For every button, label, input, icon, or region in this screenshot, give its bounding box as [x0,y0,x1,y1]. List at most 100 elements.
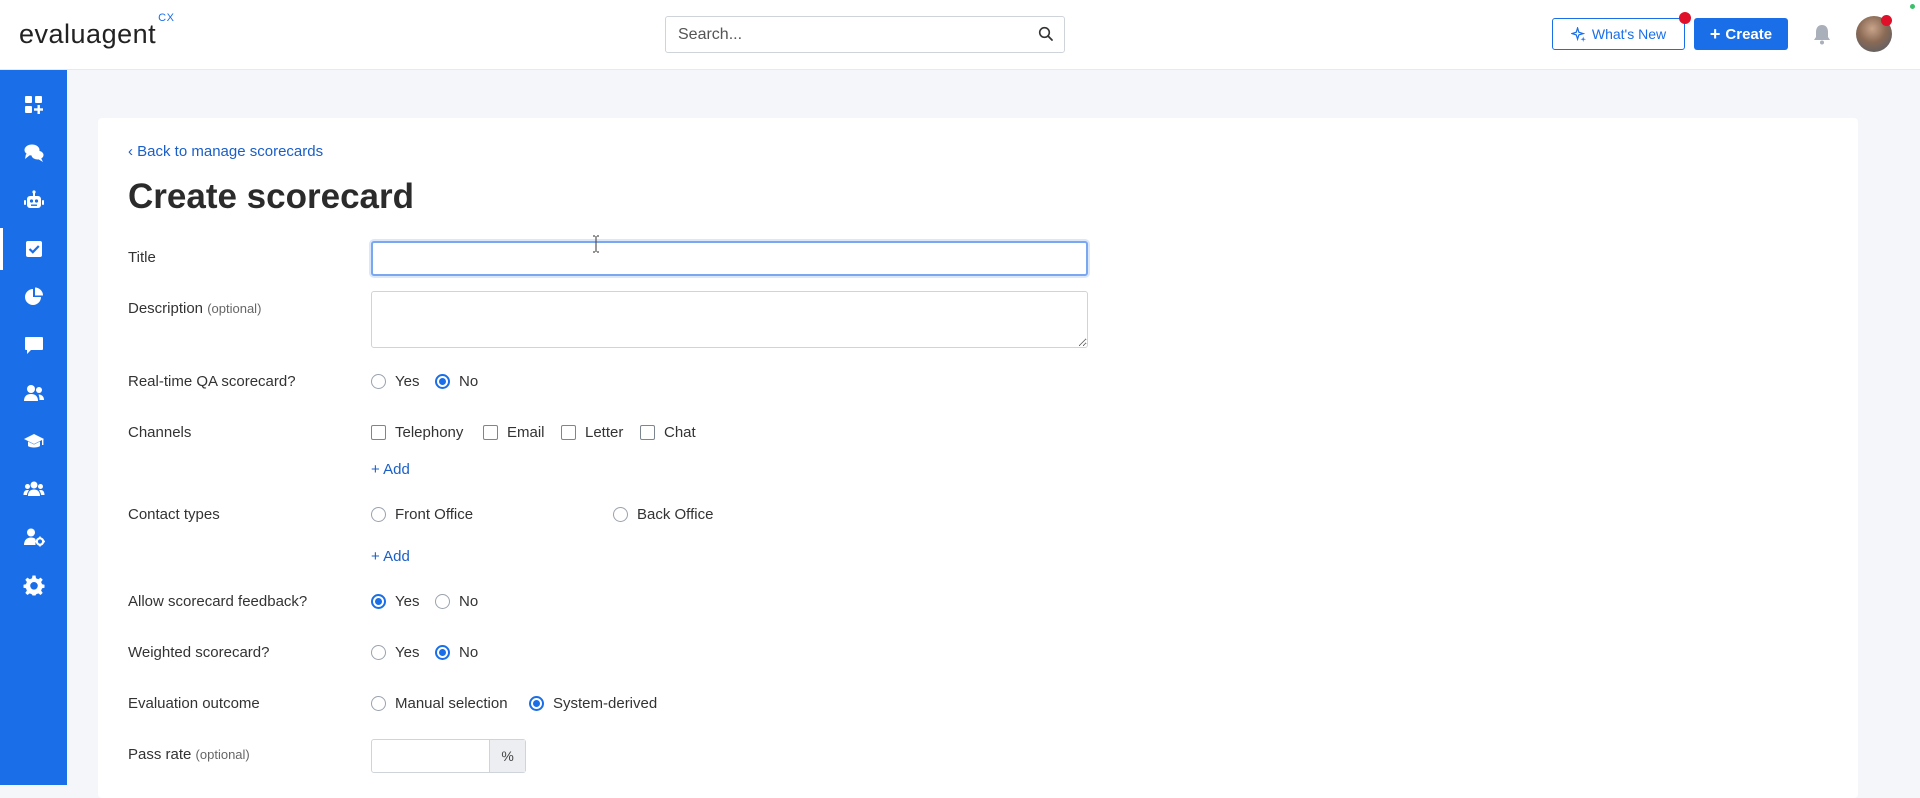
contact-back-office-label: Back Office [637,506,714,523]
description-optional: (optional) [207,301,262,316]
pass-rate-label-text: Pass rate [128,746,192,763]
outcome-system-option[interactable]: System-derived [529,695,657,712]
feedback-label: Allow scorecard feedback? [128,593,308,610]
weighted-no-label: No [459,644,479,661]
plus-icon: + [1709,24,1721,44]
sidebar-item-users[interactable] [0,372,67,414]
avatar-notification-dot [1881,15,1892,26]
weighted-yes-label: Yes [395,644,420,661]
channel-chat-checkbox[interactable] [640,425,655,440]
dashboard-add-icon [24,96,43,114]
bell-icon[interactable] [1812,23,1832,45]
sparkle-icon [1570,26,1586,42]
channel-chat-label: Chat [664,424,696,441]
weighted-no-radio[interactable] [435,645,450,660]
whats-new-button[interactable]: What's New [1552,18,1685,50]
search-input[interactable] [666,17,1006,52]
description-label: Description (optional) [128,300,261,317]
outcome-manual-option[interactable]: Manual selection [371,695,508,712]
logo[interactable]: evaluagentCX [19,12,174,50]
contact-front-office-option[interactable]: Front Office [371,506,473,523]
contact-back-office-option[interactable]: Back Office [613,506,713,523]
contact-front-office-label: Front Office [395,506,474,523]
back-link-label: Back to manage scorecards [137,143,324,160]
pass-rate-label: Pass rate (optional) [128,746,250,763]
description-textarea[interactable] [371,291,1088,348]
status-dot [1910,4,1915,9]
pass-rate-unit: % [489,740,525,772]
realtime-no-radio[interactable] [435,374,450,389]
realtime-yes-radio[interactable] [371,374,386,389]
weighted-yes-option[interactable]: Yes [371,644,419,661]
feedback-yes-label: Yes [395,593,420,610]
outcome-system-label: System-derived [553,695,658,712]
search-box [665,16,1065,53]
outcome-system-radio[interactable] [529,696,544,711]
channel-telephony-label: Telephony [395,424,464,441]
pie-chart-icon [24,287,43,305]
channel-telephony-checkbox[interactable] [371,425,386,440]
message-icon [24,337,43,354]
pass-rate-field: % [371,739,526,773]
user-cog-icon [23,528,45,547]
create-button[interactable]: + Create [1694,18,1788,50]
weighted-label: Weighted scorecard? [128,644,270,661]
weighted-no-option[interactable]: No [435,644,478,661]
feedback-yes-radio[interactable] [371,594,386,609]
sidebar-item-teams[interactable] [0,468,67,510]
channel-email-label: Email [507,424,545,441]
back-link[interactable]: ‹ Back to manage scorecards [128,143,323,160]
whats-new-notification-dot [1679,12,1691,24]
users-icon [23,385,44,401]
title-input[interactable] [371,241,1088,276]
add-channel-link[interactable]: + Add [371,461,410,478]
create-label: Create [1725,25,1773,43]
realtime-label: Real-time QA scorecard? [128,373,296,390]
team-icon [23,481,44,496]
contact-types-label: Contact types [128,506,220,523]
sidebar-item-automation[interactable] [0,180,67,222]
sidebar-item-dashboard[interactable] [0,84,67,126]
sidebar-item-user-settings[interactable] [0,516,67,558]
feedback-no-radio[interactable] [435,594,450,609]
text-cursor-icon [593,235,599,253]
feedback-no-option[interactable]: No [435,593,478,610]
channel-letter-checkbox[interactable] [561,425,576,440]
search-icon[interactable] [1038,26,1054,42]
channels-label: Channels [128,424,192,441]
gear-icon [23,575,44,596]
top-bar: evaluagentCX What's New + Create [0,0,1920,70]
weighted-yes-radio[interactable] [371,645,386,660]
sidebar-item-conversations[interactable] [0,132,67,174]
main-panel [98,118,1858,798]
sidebar-item-settings[interactable] [0,564,67,606]
robot-icon [23,190,44,208]
pass-rate-optional: (optional) [195,747,250,762]
whats-new-label: What's New [1591,26,1667,42]
channel-email-option[interactable]: Email [483,424,545,441]
realtime-yes-option[interactable]: Yes [371,373,419,390]
channel-chat-option[interactable]: Chat [640,424,696,441]
outcome-manual-radio[interactable] [371,696,386,711]
page-title: Create scorecard [128,177,414,216]
contact-back-office-radio[interactable] [613,507,628,522]
chevron-left-icon: ‹ [128,143,133,160]
sidebar-item-scorecards[interactable] [0,228,67,270]
sidebar-item-insights[interactable] [0,276,67,318]
graduation-cap-icon [23,434,44,448]
outcome-manual-label: Manual selection [395,695,508,712]
realtime-yes-label: Yes [395,373,420,390]
channel-letter-option[interactable]: Letter [561,424,623,441]
sidebar-item-learning[interactable] [0,420,67,462]
channel-telephony-option[interactable]: Telephony [371,424,463,441]
add-contact-type-link[interactable]: + Add [371,548,410,565]
feedback-yes-option[interactable]: Yes [371,593,419,610]
realtime-no-option[interactable]: No [435,373,478,390]
pass-rate-input[interactable] [372,740,489,772]
sidebar-item-feedback[interactable] [0,324,67,366]
channel-letter-label: Letter [585,424,624,441]
description-label-text: Description [128,300,204,317]
channel-email-checkbox[interactable] [483,425,498,440]
contact-front-office-radio[interactable] [371,507,386,522]
logo-sup: CX [158,12,175,24]
